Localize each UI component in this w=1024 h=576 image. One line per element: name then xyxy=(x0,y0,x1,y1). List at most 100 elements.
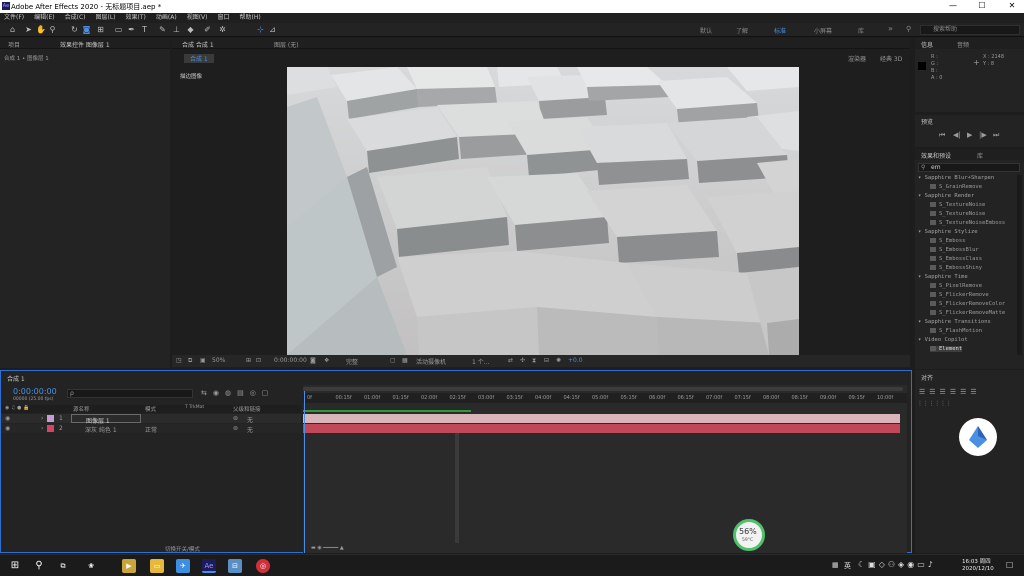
search-icon[interactable]: ⚲ xyxy=(906,25,911,33)
snapping-icon[interactable]: ⊹ xyxy=(256,25,265,34)
tab-composition[interactable]: 合成 合成 1 xyxy=(182,40,214,49)
effect-item[interactable]: S_TextureNoise xyxy=(930,202,985,208)
draft-3d-icon[interactable]: ✣ xyxy=(520,357,525,364)
effect-item[interactable]: S_TextureNoiseEmboss xyxy=(930,220,1005,226)
snapshot-icon[interactable]: ◙ xyxy=(310,357,316,364)
parent-pick-whip-icon[interactable]: ⊚ xyxy=(233,425,238,432)
first-frame-icon[interactable]: ⏮ xyxy=(939,131,945,140)
tab-align[interactable]: 对齐 xyxy=(921,373,933,382)
zoom-tool-icon[interactable]: ⚲ xyxy=(48,25,57,34)
file-explorer-icon[interactable]: ▭ xyxy=(150,559,164,573)
effect-category[interactable]: ▾ Sapphire Transitions xyxy=(918,319,991,325)
workspace-libraries[interactable]: 库 xyxy=(858,26,864,35)
maximize-button[interactable]: ☐ xyxy=(972,0,992,13)
tab-timeline[interactable]: 合成 1 xyxy=(7,374,25,383)
resolution-dropdown[interactable]: 完整 xyxy=(346,357,358,366)
type-tool-icon[interactable]: T xyxy=(140,25,149,34)
camera-dropdown[interactable]: 活动摄像机 xyxy=(416,357,446,366)
layer-bar-2[interactable] xyxy=(303,424,900,433)
workspace-default[interactable]: 默认 xyxy=(700,26,712,35)
next-frame-icon[interactable]: |▶ xyxy=(979,131,987,139)
app-icon-1[interactable]: ❀ xyxy=(84,559,98,573)
minimize-button[interactable]: — xyxy=(943,0,963,13)
col-mode[interactable]: 模式 xyxy=(145,405,156,413)
pan-behind-tool-icon[interactable]: ⊞ xyxy=(96,25,105,34)
effect-item[interactable]: S_EmbossShiny xyxy=(930,265,982,271)
snap-options-icon[interactable]: ⊿ xyxy=(268,25,277,34)
rotate-tool-icon[interactable]: ↻ xyxy=(70,25,79,34)
prev-frame-icon[interactable]: ◀| xyxy=(953,131,961,139)
tab-info[interactable]: 信息 xyxy=(921,40,933,49)
col-source-name[interactable]: 源名称 xyxy=(73,405,90,413)
mode-dropdown[interactable]: 正常 xyxy=(145,425,157,434)
effect-item[interactable]: S_FlickerRemoveColor xyxy=(930,301,1005,307)
clone-stamp-tool-icon[interactable]: ⊥ xyxy=(172,25,181,34)
col-trkmat[interactable]: T TrkMat xyxy=(185,405,204,410)
effect-category[interactable]: ▾ Sapphire Time xyxy=(918,274,968,280)
layer-label-color[interactable] xyxy=(47,415,54,422)
eraser-tool-icon[interactable]: ◆ xyxy=(186,25,195,34)
effect-category[interactable]: ▾ Sapphire Stylize xyxy=(918,229,978,235)
media-player-icon[interactable]: ▶ xyxy=(122,559,136,573)
menu-file[interactable]: 文件(F) xyxy=(4,13,24,23)
menu-help[interactable]: 帮助(H) xyxy=(240,13,261,23)
parent-dropdown[interactable]: 无 xyxy=(247,425,253,434)
layer-label-color[interactable] xyxy=(47,425,54,432)
puppet-tool-icon[interactable]: ✲ xyxy=(218,25,227,34)
performance-widget[interactable]: 56% 59°C xyxy=(733,519,765,551)
workspace-small-screen[interactable]: 小屏幕 xyxy=(814,26,832,35)
app-icon-2[interactable]: ⊟ xyxy=(228,559,242,573)
effects-search-input[interactable]: ⚲ em xyxy=(918,163,1020,172)
effect-item[interactable]: S_EmbossBlur xyxy=(930,247,979,253)
effect-item[interactable]: S_Emboss xyxy=(930,238,966,244)
tab-audio[interactable]: 音频 xyxy=(957,40,969,49)
selection-tool-icon[interactable]: ➤ xyxy=(24,25,33,34)
exposure-icon[interactable]: ✺ xyxy=(556,357,561,364)
renderer-value[interactable]: 经典 3D xyxy=(880,54,902,63)
composition-viewer[interactable] xyxy=(287,67,799,355)
tab-libraries[interactable]: 库 xyxy=(977,151,983,160)
current-time-indicator[interactable] xyxy=(304,391,305,553)
fit-icon[interactable]: ⊡ xyxy=(256,357,261,364)
timeline-timecode[interactable]: 0:00:00:00 xyxy=(13,387,57,396)
render-icon[interactable]: ⇄ xyxy=(508,357,513,364)
menu-layer[interactable]: 图层(L) xyxy=(96,13,116,23)
always-preview-icon[interactable]: ◳ xyxy=(176,357,182,364)
menu-edit[interactable]: 编辑(E) xyxy=(34,13,54,23)
effect-category[interactable]: ▾ Video Copilot xyxy=(918,337,968,343)
layer-name-field[interactable]: 图像层 1 xyxy=(71,414,141,425)
hand-tool-icon[interactable]: ✋ xyxy=(36,25,46,34)
expand-twirl-icon[interactable]: › xyxy=(41,415,43,422)
effect-category[interactable]: ▾ Sapphire Render xyxy=(918,193,974,199)
layer-row-2[interactable]: ◉ › 2 深灰 纯色 1 正常 ⊚ 无 xyxy=(1,424,301,434)
time-ruler[interactable]: 0f 00:15f 01:00f 01:15f 02:00f 02:15f 03:00f 03… xyxy=(303,393,907,403)
effect-item[interactable]: S_GrainRemove xyxy=(930,184,982,190)
visibility-eye-icon[interactable]: ◉ xyxy=(5,415,10,422)
effect-item[interactable]: S_FlashMotion xyxy=(930,328,982,334)
menu-animation[interactable]: 动画(A) xyxy=(156,13,177,23)
effect-item[interactable]: Element xyxy=(930,346,963,352)
effect-item[interactable]: S_FlickerRemoveMatte xyxy=(930,310,1005,316)
pen-tool-icon[interactable]: ✒ xyxy=(127,25,136,34)
roto-brush-tool-icon[interactable]: ✐ xyxy=(203,25,212,34)
comp-name-pill[interactable]: 合成 1 xyxy=(184,54,214,63)
effect-item[interactable]: S_PixelRemove xyxy=(930,283,982,289)
layer-row-1[interactable]: ◉ › 1 图像层 1 ⊚ 无 xyxy=(1,414,301,425)
workspace-standard[interactable]: 标准 xyxy=(774,26,786,35)
expand-twirl-icon[interactable]: › xyxy=(41,425,43,432)
parent-pick-whip-icon[interactable]: ⊚ xyxy=(233,415,238,422)
effect-item[interactable]: S_EmbossClass xyxy=(930,256,982,262)
netease-music-icon[interactable]: ◎ xyxy=(256,559,270,573)
parent-dropdown[interactable]: 无 xyxy=(247,415,253,424)
task-view-icon[interactable]: ⧉ xyxy=(56,559,70,573)
play-icon[interactable]: ▶ xyxy=(967,131,972,139)
after-effects-icon[interactable]: Ae xyxy=(202,559,216,573)
align-buttons[interactable]: ☰☰☰☰☰☰ xyxy=(919,388,981,396)
views-dropdown[interactable]: 1 个... xyxy=(472,357,489,366)
mask-visibility-icon[interactable]: ⧉ xyxy=(188,357,192,365)
transparency-grid-icon[interactable]: ▦ xyxy=(402,357,408,364)
effect-item[interactable]: S_TextureNoise xyxy=(930,211,985,217)
menu-view[interactable]: 视图(V) xyxy=(187,13,208,23)
timeline-graph-area[interactable]: 0f 00:15f 01:00f 01:15f 02:00f 02:15f 03:00f 03… xyxy=(303,385,907,553)
clock-time[interactable]: 16:03 周四 xyxy=(962,557,991,565)
